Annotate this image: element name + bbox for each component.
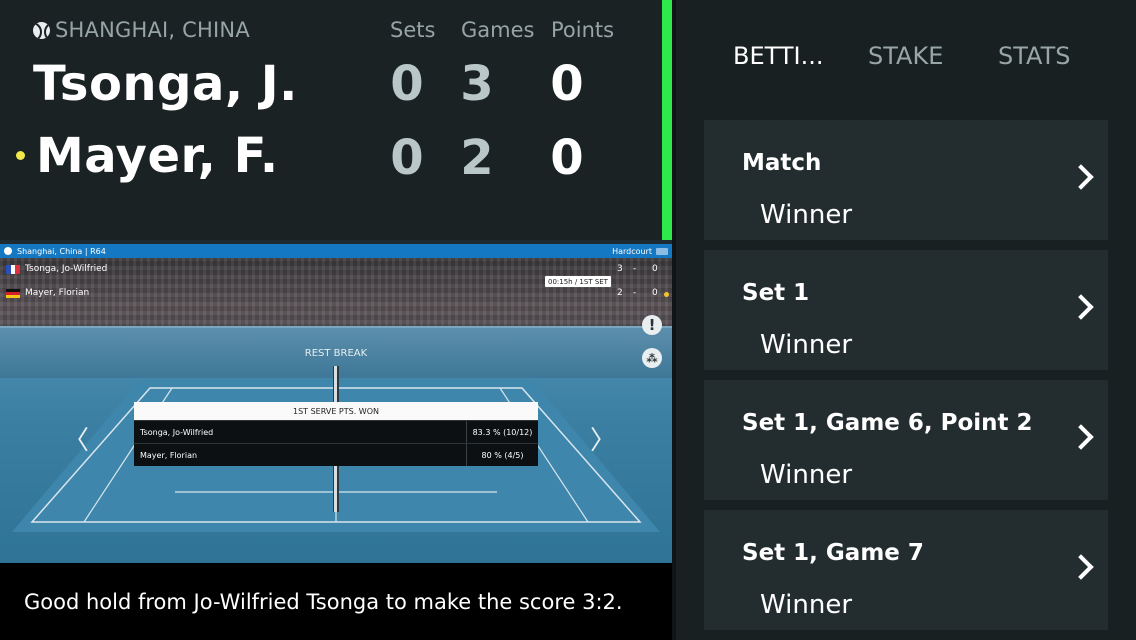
tennis-ball-icon: [4, 247, 12, 255]
prev-arrow-icon[interactable]: 〈: [63, 420, 89, 457]
app-root: SHANGHAI, CHINA Sets Games Points Tsonga…: [0, 0, 1136, 640]
video-player-1-games: 3: [617, 264, 623, 274]
player-2-sets: 0: [390, 130, 424, 186]
germany-flag-icon: [6, 288, 20, 298]
next-arrow-icon[interactable]: 〉: [590, 420, 616, 457]
market-subtitle: Winner: [760, 330, 853, 360]
player-1-points: 0: [550, 56, 584, 112]
points-header: Points: [551, 18, 615, 42]
market-match-winner[interactable]: Match Winner: [704, 120, 1108, 240]
match-visualization[interactable]: Shanghai, China | R64 Hardcourt Tsonga, …: [0, 240, 672, 563]
market-subtitle: Winner: [760, 590, 853, 620]
player-2-name: Mayer, F.: [36, 128, 279, 184]
chevron-right-icon: [1068, 294, 1094, 320]
video-player-2-sep: -: [633, 288, 637, 298]
surface-icon: [656, 247, 668, 255]
video-serve-indicator-icon: [664, 292, 669, 297]
chevron-right-icon: [1068, 424, 1094, 450]
france-flag-icon: [6, 264, 21, 274]
serve-indicator-icon: [16, 151, 25, 160]
video-player-2-games: 2: [617, 288, 623, 298]
live-indicator-bar: [662, 0, 672, 240]
player-2-points: 0: [550, 130, 584, 186]
video-player-2: Mayer, Florian: [6, 288, 89, 298]
video-player-1-sep: -: [633, 264, 637, 274]
market-title: Set 1, Game 6, Point 2: [742, 410, 1033, 436]
stat-panel: 1ST SERVE PTS. WON Tsonga, Jo-Wilfried 8…: [134, 402, 538, 466]
market-set-1-game-6-point-2-winner[interactable]: Set 1, Game 6, Point 2 Winner: [704, 380, 1108, 500]
scoreboard: SHANGHAI, CHINA Sets Games Points Tsonga…: [0, 0, 672, 240]
player-2-games: 2: [460, 130, 494, 186]
video-player-2-name: Mayer, Florian: [25, 288, 90, 298]
venue: SHANGHAI, CHINA: [33, 16, 250, 44]
tennis-ball-icon: [33, 21, 50, 39]
venue-label: SHANGHAI, CHINA: [55, 18, 250, 42]
player-1-name: Tsonga, J.: [33, 56, 298, 112]
video-player-1-name: Tsonga, Jo-Wilfried: [25, 264, 108, 274]
stat-row: Tsonga, Jo-Wilfried 83.3 % (10/12): [134, 420, 538, 443]
sets-header: Sets: [390, 18, 436, 42]
market-subtitle: Winner: [760, 200, 853, 230]
player-1-games: 3: [460, 56, 494, 112]
commentary-text: Good hold from Jo-Wilfried Tsonga to mak…: [0, 563, 672, 640]
video-header-bar: Shanghai, China | R64 Hardcourt: [0, 244, 672, 258]
market-subtitle: Winner: [760, 460, 853, 490]
video-player-1-points: 0: [652, 264, 658, 274]
chevron-right-icon: [1068, 554, 1094, 580]
video-player-1: Tsonga, Jo-Wilfried: [6, 264, 107, 274]
market-title: Set 1: [742, 280, 810, 306]
match-status: REST BREAK: [304, 348, 368, 359]
chevron-right-icon: [1068, 164, 1094, 190]
tab-stake[interactable]: STAKE: [868, 42, 943, 70]
games-header: Games: [461, 18, 535, 42]
surface-label: Hardcourt: [612, 246, 652, 256]
stat-row-name: Mayer, Florian: [140, 450, 198, 460]
stat-row: Mayer, Florian 80 % (4/5): [134, 443, 538, 466]
stat-row-value: 80 % (4/5): [466, 444, 538, 466]
betting-panel: BETTI... STAKE STATS Match Winner Set 1 …: [676, 0, 1136, 640]
market-title: Set 1, Game 7: [742, 540, 924, 566]
player-1-sets: 0: [390, 56, 424, 112]
stat-row-name: Tsonga, Jo-Wilfried: [140, 427, 214, 437]
market-title: Match: [742, 150, 822, 176]
match-timer: 00:15h / 1ST SET: [545, 276, 611, 287]
market-set-1-game-7-winner[interactable]: Set 1, Game 7 Winner: [704, 510, 1108, 630]
video-location: Shanghai, China | R64: [17, 246, 106, 256]
stat-panel-title: 1ST SERVE PTS. WON: [134, 402, 538, 420]
alert-icon[interactable]: !: [642, 315, 662, 335]
tab-stats[interactable]: STATS: [998, 42, 1070, 70]
video-player-2-points: 0: [652, 288, 658, 298]
stat-row-value: 83.3 % (10/12): [466, 421, 538, 443]
tab-betting[interactable]: BETTI...: [733, 42, 824, 70]
market-set-1-winner[interactable]: Set 1 Winner: [704, 250, 1108, 370]
